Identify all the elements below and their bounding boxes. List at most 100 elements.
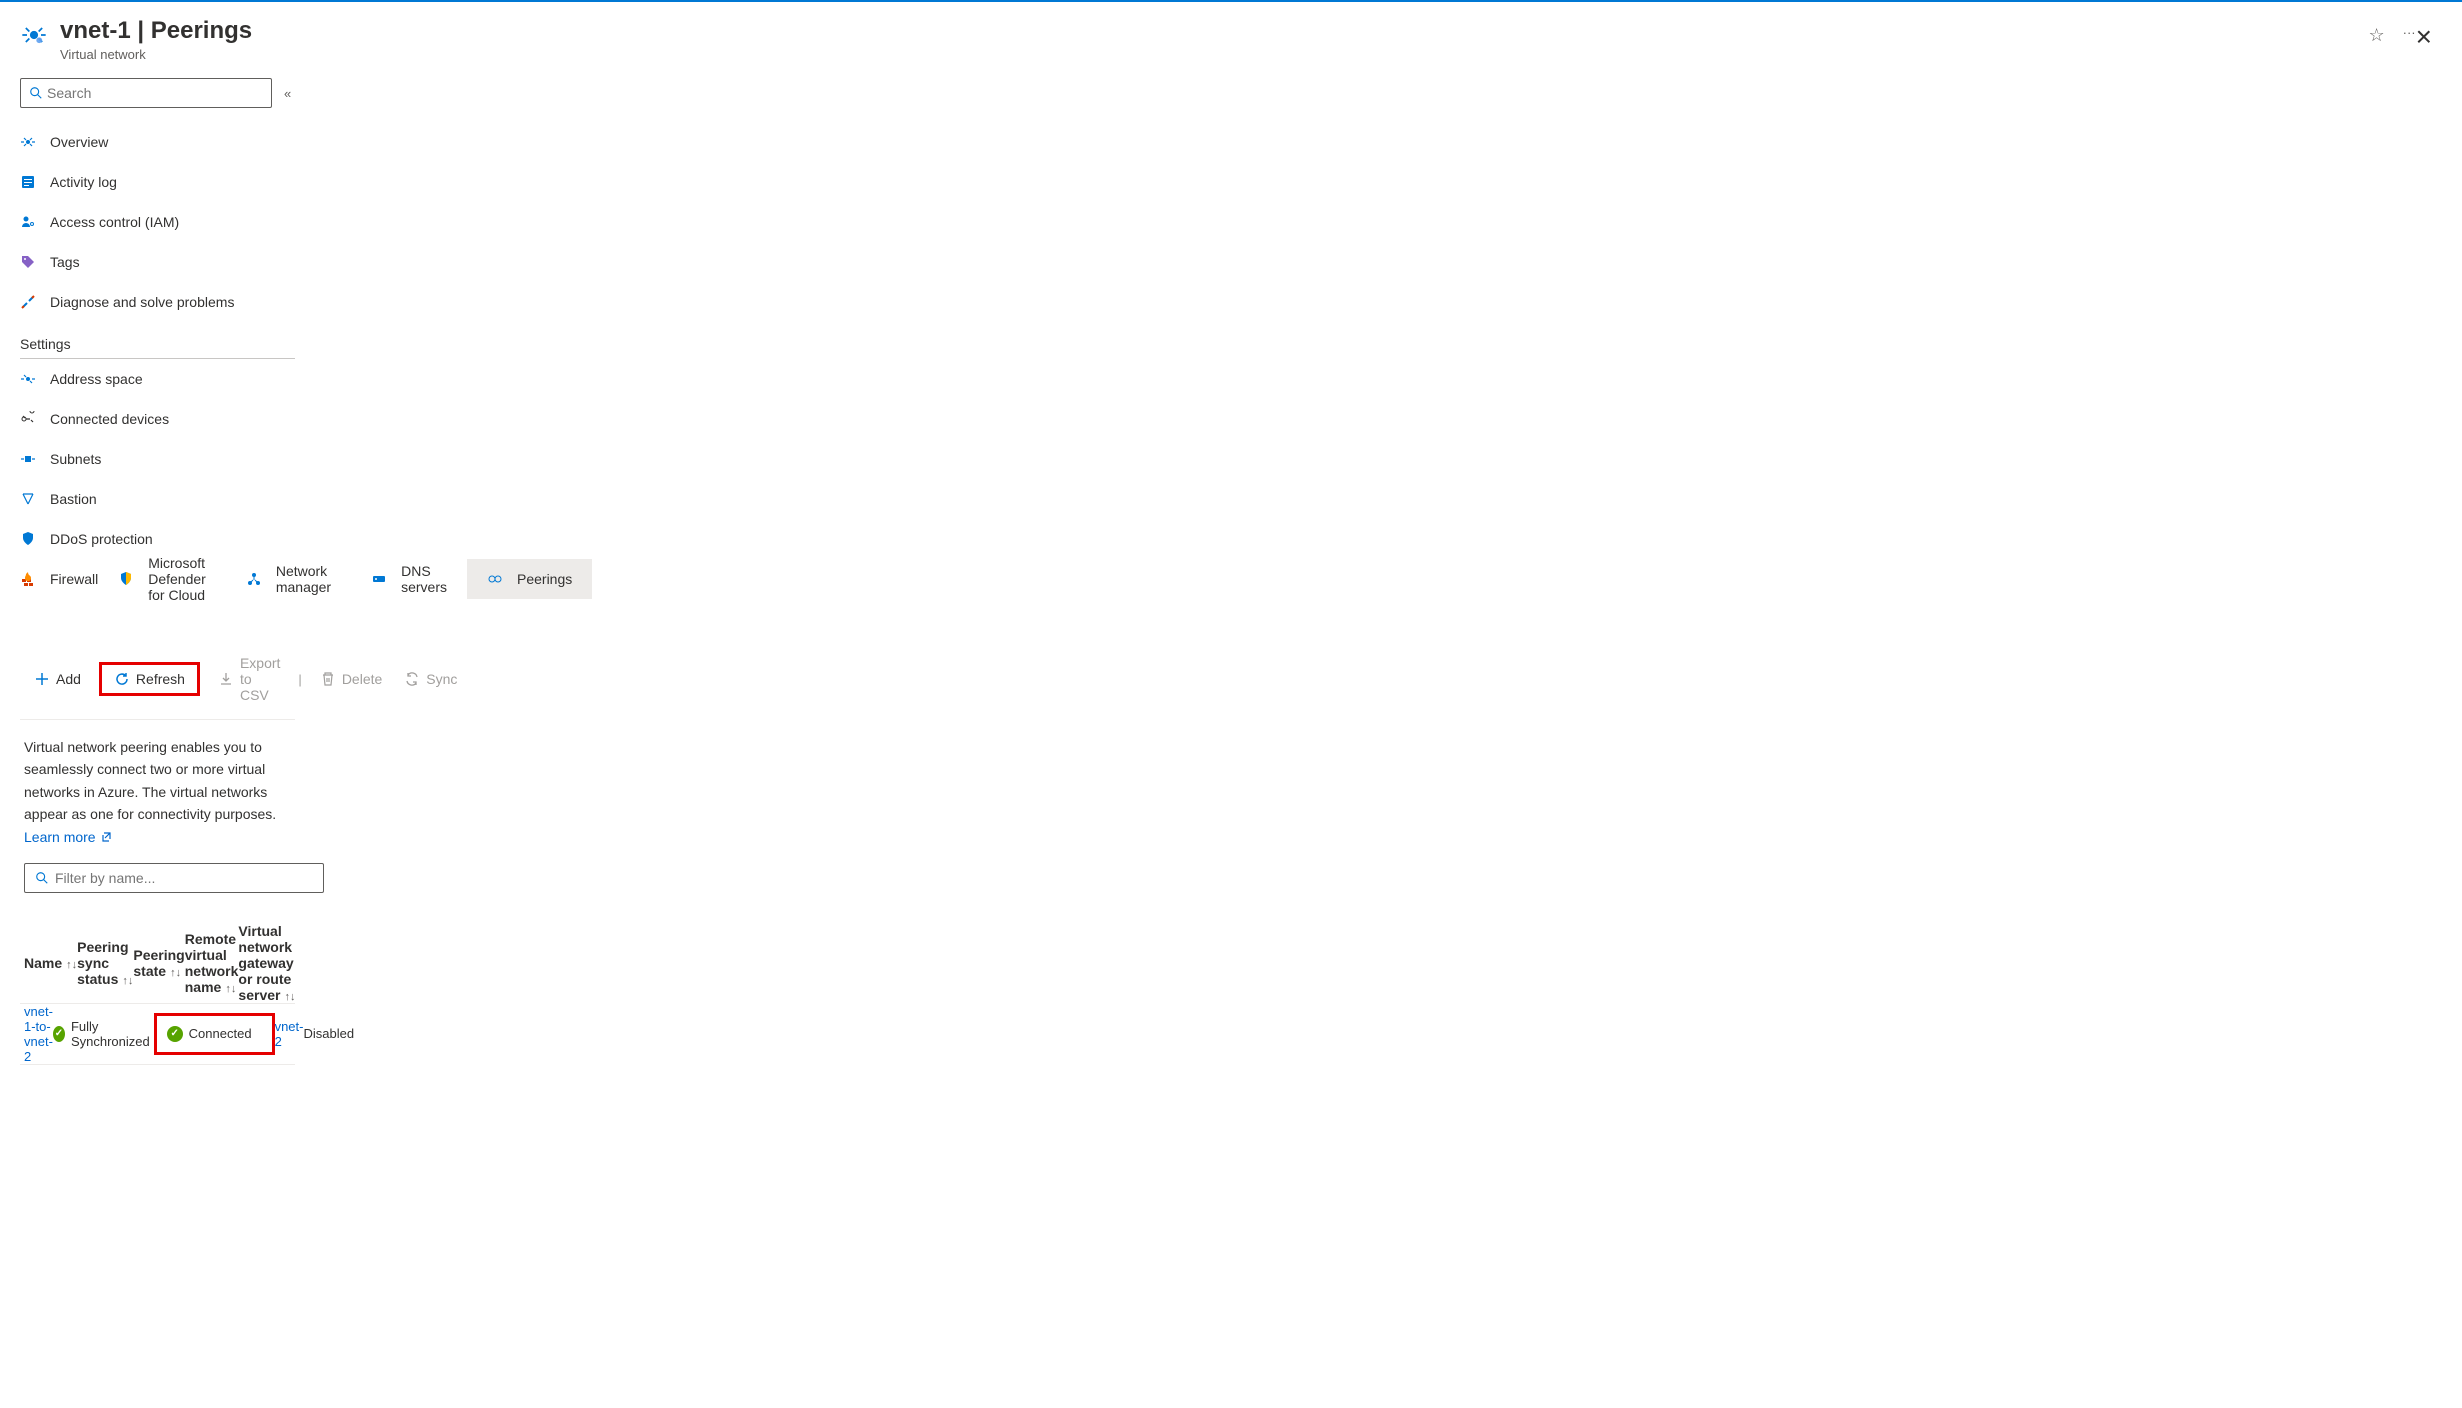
learn-more-link[interactable]: Learn more	[24, 826, 112, 848]
peerings-table: Name↑↓ Peering sync status↑↓ Peering sta…	[20, 923, 295, 1065]
column-header-state[interactable]: Peering state↑↓	[133, 947, 184, 979]
sidebar-item-label: Overview	[50, 134, 108, 150]
column-header-gateway[interactable]: Virtual network gateway or route server↑…	[238, 923, 295, 1003]
sidebar-item-label: Diagnose and solve problems	[50, 294, 234, 310]
sort-icon: ↑↓	[122, 975, 133, 987]
sort-icon: ↑↓	[284, 991, 295, 1003]
search-input[interactable]	[43, 85, 263, 101]
activity-log-icon	[20, 174, 36, 190]
export-csv-button[interactable]: Export to CSV	[214, 651, 284, 707]
sort-icon: ↑↓	[170, 967, 181, 979]
sidebar-item-network-manager[interactable]: Network manager	[226, 559, 351, 599]
connected-devices-icon	[20, 411, 36, 427]
check-icon: ✓	[53, 1026, 65, 1042]
sidebar-item-firewall[interactable]: Firewall Microsoft Defender for Cloud Ne…	[0, 559, 315, 599]
check-icon: ✓	[167, 1026, 183, 1042]
defender-icon	[118, 571, 134, 587]
subnets-icon	[20, 451, 36, 467]
close-blade-icon[interactable]: ×	[2416, 21, 2432, 53]
sync-icon	[404, 671, 420, 687]
page-title: vnet-1 | Peerings	[60, 17, 2357, 45]
peerings-icon	[487, 571, 503, 587]
access-control-icon	[20, 214, 36, 230]
refresh-icon	[114, 671, 130, 687]
sidebar-item-label: Activity log	[50, 174, 117, 190]
info-text: Virtual network peering enables you to s…	[24, 739, 276, 822]
page-subtitle: Virtual network	[60, 47, 2357, 62]
sidebar-item-peerings[interactable]: Peerings	[467, 559, 592, 599]
export-button-label: Export to CSV	[240, 655, 280, 703]
refresh-button-label: Refresh	[136, 671, 185, 687]
remote-vnet-link[interactable]: vnet-2	[275, 1019, 304, 1049]
favorite-star-icon[interactable]: ☆	[2369, 25, 2385, 46]
sidebar-item-label: Firewall	[50, 571, 98, 587]
sidebar-item-label: Access control (IAM)	[50, 214, 179, 230]
peering-name-link[interactable]: vnet-1-to-vnet-2	[24, 1004, 53, 1064]
sidebar-item-bastion[interactable]: Bastion	[0, 479, 315, 519]
toolbar-separator: |	[298, 672, 301, 687]
ddos-icon	[20, 531, 36, 547]
bastion-icon	[20, 491, 36, 507]
address-space-icon	[20, 371, 36, 387]
sidebar-item-diagnose[interactable]: Diagnose and solve problems	[0, 282, 315, 322]
overview-icon	[20, 134, 36, 150]
table-row[interactable]: vnet-1-to-vnet-2 ✓ Fully Synchronized ✓ …	[20, 1004, 295, 1065]
sidebar-item-label: Microsoft Defender for Cloud	[148, 555, 206, 603]
delete-button[interactable]: Delete	[316, 667, 386, 691]
sidebar-item-defender[interactable]: Microsoft Defender for Cloud	[98, 559, 226, 599]
sidebar-item-ddos[interactable]: DDoS protection	[0, 519, 315, 559]
sidebar-search-box[interactable]	[20, 78, 272, 108]
column-header-remote[interactable]: Remote virtual network name↑↓	[185, 931, 239, 995]
sidebar-item-subnets[interactable]: Subnets	[0, 439, 315, 479]
external-link-icon	[100, 831, 112, 843]
info-block: Virtual network peering enables you to s…	[20, 720, 295, 863]
column-header-sync[interactable]: Peering sync status↑↓	[77, 939, 133, 987]
delete-button-label: Delete	[342, 671, 382, 687]
add-button[interactable]: Add	[30, 667, 85, 691]
diagnose-icon	[20, 294, 36, 310]
sidebar-item-label: Tags	[50, 254, 80, 270]
table-header-row: Name↑↓ Peering sync status↑↓ Peering sta…	[20, 923, 295, 1004]
plus-icon	[34, 671, 50, 687]
sort-icon: ↑↓	[66, 959, 77, 971]
search-icon	[29, 86, 43, 100]
sync-status-cell: ✓ Fully Synchronized	[53, 1019, 154, 1049]
sidebar-item-activity-log[interactable]: Activity log	[0, 162, 315, 202]
filter-box[interactable]	[24, 863, 324, 893]
add-button-label: Add	[56, 671, 81, 687]
sidebar-item-label: Bastion	[50, 491, 97, 507]
gateway-cell: Disabled	[303, 1026, 354, 1041]
sidebar-item-access-control[interactable]: Access control (IAM)	[0, 202, 315, 242]
filter-search-icon	[35, 871, 49, 885]
sidebar-item-overview[interactable]: Overview	[0, 122, 315, 162]
download-icon	[218, 671, 234, 687]
sync-button-label: Sync	[426, 671, 457, 687]
sidebar-item-tags[interactable]: Tags	[0, 242, 315, 282]
sidebar-item-label: Connected devices	[50, 411, 169, 427]
sidebar-item-dns[interactable]: DNS servers	[351, 559, 467, 599]
sort-icon: ↑↓	[225, 983, 236, 995]
sidebar-item-connected-devices[interactable]: Connected devices	[0, 399, 315, 439]
sidebar-item-label: DDoS protection	[50, 531, 153, 547]
tags-icon	[20, 254, 36, 270]
peering-state-cell: ✓ Connected	[154, 1013, 275, 1055]
firewall-icon	[20, 571, 36, 587]
sync-button[interactable]: Sync	[400, 667, 461, 691]
sidebar-item-label: Subnets	[50, 451, 101, 467]
dns-icon	[371, 571, 387, 587]
collapse-sidebar-icon[interactable]: «	[284, 86, 291, 101]
refresh-button[interactable]: Refresh	[99, 662, 200, 696]
toolbar: Add Refresh Export to CSV | Delete Sync	[20, 639, 295, 720]
column-header-name[interactable]: Name↑↓	[24, 955, 77, 971]
filter-input[interactable]	[49, 870, 313, 886]
more-actions-icon[interactable]: ···	[2403, 25, 2416, 40]
network-manager-icon	[246, 571, 262, 587]
trash-icon	[320, 671, 336, 687]
sidebar-item-label: Peerings	[517, 571, 572, 587]
sidebar: « Overview Activity log Access control (…	[0, 72, 315, 1408]
main-content: Add Refresh Export to CSV | Delete Sync …	[0, 639, 315, 1065]
sidebar-item-address-space[interactable]: Address space	[0, 359, 315, 399]
sidebar-item-label: Network manager	[276, 563, 331, 595]
nav-section-settings: Settings	[0, 322, 315, 358]
page-header: vnet-1 | Peerings Virtual network ☆ ··· …	[0, 2, 2462, 72]
